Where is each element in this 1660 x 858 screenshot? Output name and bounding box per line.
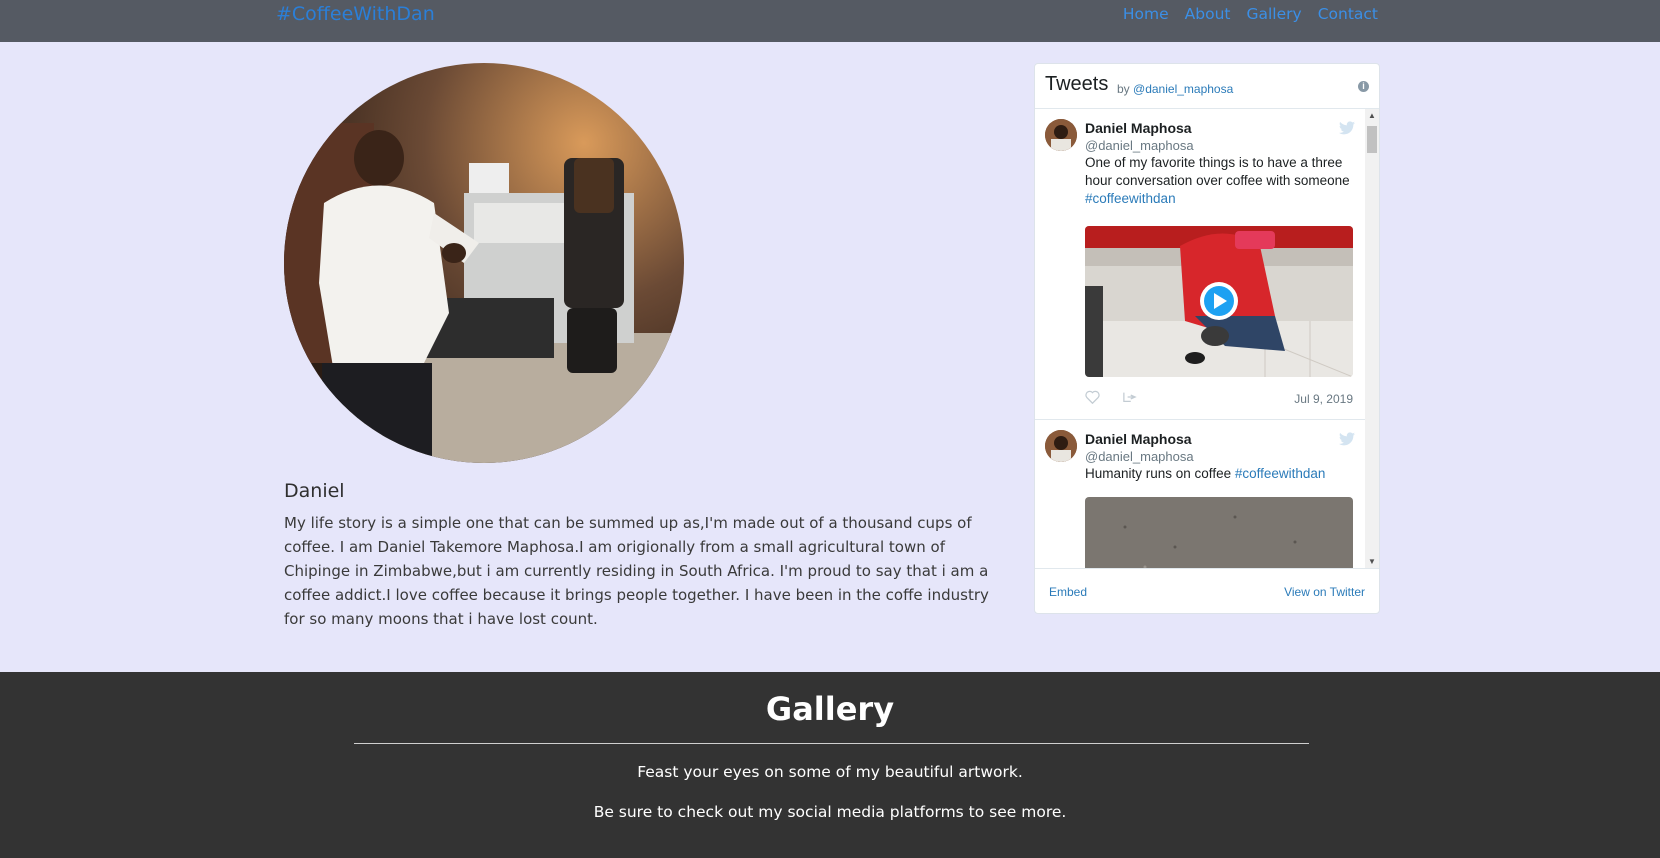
nav-home-link[interactable]: Home [1123, 5, 1169, 23]
tweet[interactable]: Daniel Maphosa @daniel_maphosa Humanity … [1035, 420, 1365, 568]
tweet-text: Humanity runs on coffee #coffeewithdan [1085, 465, 1353, 483]
profile-bio: My life story is a simple one that can b… [284, 514, 989, 628]
gallery-divider [354, 743, 1309, 744]
tweet-author-handle[interactable]: @daniel_maphosa [1085, 138, 1194, 153]
gallery-tagline: Feast your eyes on some of my beautiful … [637, 763, 1023, 781]
profile-name: Daniel [284, 480, 345, 502]
timeline-footer: Embed View on Twitter [1035, 568, 1379, 613]
twitter-bird-icon[interactable] [1339, 432, 1355, 451]
scroll-up-arrow-icon[interactable]: ▲ [1368, 111, 1376, 120]
twitter-timeline: Tweets by @daniel_maphosa i Daniel Mapho… [1034, 63, 1380, 614]
view-on-twitter-link[interactable]: View on Twitter [1284, 585, 1365, 599]
tweet-text-body: One of my favorite things is to have a t… [1085, 155, 1350, 188]
nav-gallery-link[interactable]: Gallery [1246, 5, 1301, 23]
timeline-by: by @daniel_maphosa [1117, 82, 1233, 96]
scroll-down-arrow-icon[interactable]: ▼ [1368, 557, 1376, 566]
navbar: #CoffeeWithDan Home About Gallery Contac… [0, 0, 1660, 43]
hashtag-link[interactable]: #coffeewithdan [1235, 466, 1326, 481]
twitter-bird-icon[interactable] [1339, 121, 1355, 140]
heart-icon[interactable] [1085, 390, 1100, 409]
info-icon[interactable]: i [1358, 81, 1369, 92]
tweet-video[interactable] [1085, 226, 1353, 377]
brand-link[interactable]: #CoffeeWithDan [276, 3, 435, 25]
tweet-text: One of my favorite things is to have a t… [1085, 154, 1353, 208]
nav-contact-link[interactable]: Contact [1318, 5, 1378, 23]
tweet-photo[interactable] [1085, 497, 1353, 568]
tweet-text-body: Humanity runs on coffee [1085, 466, 1235, 481]
gallery-section: Gallery Feast your eyes on some of my be… [0, 672, 1660, 858]
nav-about-link[interactable]: About [1185, 5, 1231, 23]
tweet-actions [1085, 390, 1138, 409]
tweet-author-name[interactable]: Daniel Maphosa [1085, 120, 1192, 136]
avatar[interactable] [1045, 430, 1077, 462]
avatar[interactable] [1045, 119, 1077, 151]
timeline-feed[interactable]: Daniel Maphosa @daniel_maphosa One of my… [1035, 109, 1379, 568]
gallery-title: Gallery [765, 690, 895, 728]
gallery-social-note: Be sure to check out my social media pla… [593, 803, 1067, 821]
timeline-header: Tweets by @daniel_maphosa i [1035, 64, 1379, 109]
nav-links: Home About Gallery Contact [1123, 5, 1378, 23]
tweet-date[interactable]: Jul 9, 2019 [1294, 392, 1353, 406]
timeline-handle-link[interactable]: @daniel_maphosa [1133, 82, 1233, 96]
tweet-author-handle[interactable]: @daniel_maphosa [1085, 449, 1194, 464]
timeline-by-label: by [1117, 82, 1130, 96]
share-icon[interactable] [1122, 390, 1138, 409]
hashtag-link[interactable]: #coffeewithdan [1085, 191, 1176, 206]
timeline-scrollbar[interactable]: ▲ ▼ [1365, 109, 1379, 568]
tweet-author-name[interactable]: Daniel Maphosa [1085, 431, 1192, 447]
tweet[interactable]: Daniel Maphosa @daniel_maphosa One of my… [1035, 109, 1365, 420]
embed-link[interactable]: Embed [1049, 585, 1087, 599]
scrollbar-thumb[interactable] [1367, 126, 1377, 153]
timeline-title: Tweets [1045, 73, 1109, 95]
profile-photo [284, 63, 684, 463]
